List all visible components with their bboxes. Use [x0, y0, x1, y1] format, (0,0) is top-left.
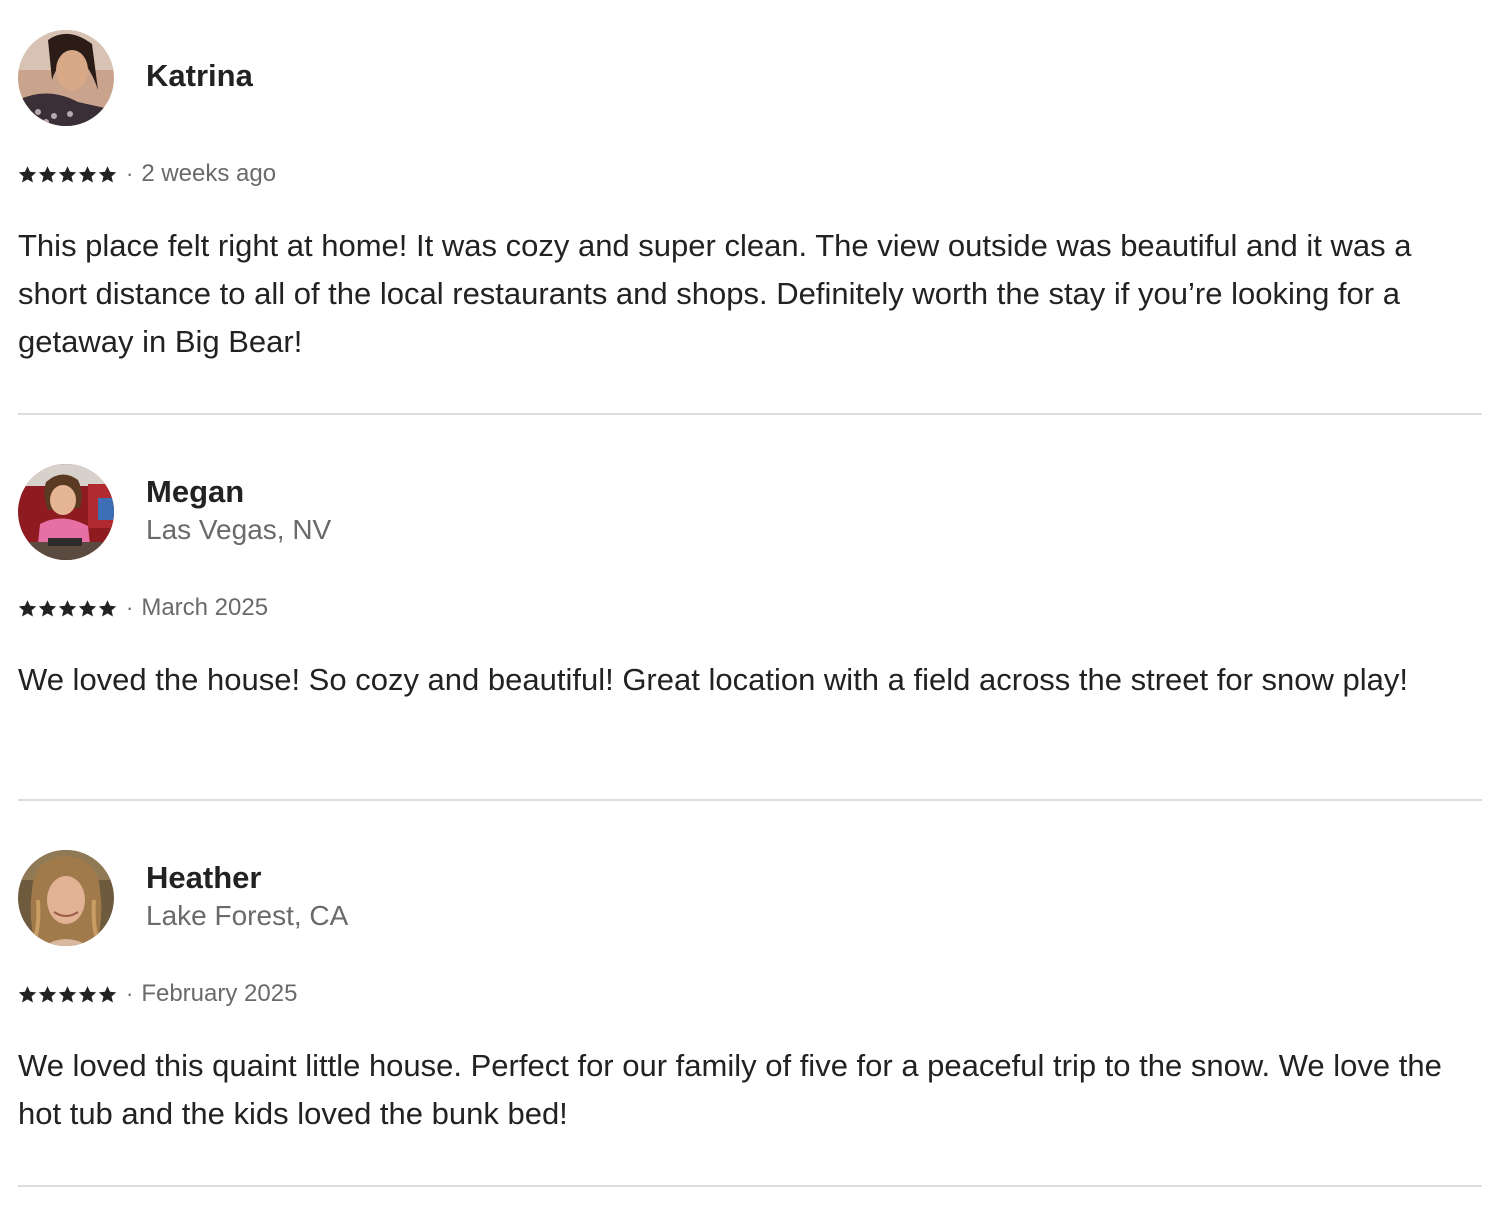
review-text: We loved this quaint little house. Perfe…	[18, 1048, 1442, 1131]
review-header: Megan Las Vegas, NV	[18, 464, 918, 560]
review-date: February 2025	[141, 980, 298, 1007]
review-meta: · February 2025	[18, 979, 297, 1009]
star-icon	[18, 985, 37, 1002]
star-icon	[38, 599, 57, 616]
star-icon	[58, 985, 77, 1002]
reviewer-name: Megan	[146, 474, 245, 509]
reviewer-name: Katrina	[146, 58, 253, 93]
avatar[interactable]	[18, 30, 114, 126]
star-icon	[38, 165, 57, 182]
review-meta: · March 2025	[18, 593, 268, 623]
review-header: Heather Lake Forest, CA	[18, 850, 918, 946]
reviewer-location: Las Vegas, NV	[146, 514, 332, 545]
reviews-list: Katrina · 2 weeks ago This place felt ri…	[0, 0, 1508, 1218]
star-icon	[58, 165, 77, 182]
review-meta: · 2 weeks ago	[18, 159, 276, 189]
star-icon	[18, 165, 37, 182]
avatar[interactable]	[18, 464, 114, 560]
review-date: March 2025	[141, 594, 269, 621]
star-rating	[18, 599, 117, 618]
star-icon	[98, 599, 117, 616]
reviewer-location: Lake Forest, CA	[146, 900, 349, 931]
star-icon	[18, 599, 37, 616]
review-item: Katrina · 2 weeks ago This place felt ri…	[18, 30, 1482, 370]
divider	[18, 1185, 1482, 1187]
divider	[18, 413, 1482, 415]
review-item: Heather Lake Forest, CA · February 2025 …	[18, 850, 1482, 1140]
review-text: We loved the house! So cozy and beautifu…	[18, 662, 1409, 697]
star-icon	[78, 599, 97, 616]
review-header: Katrina	[18, 30, 918, 126]
star-icon	[38, 985, 57, 1002]
meta-separator: ·	[126, 161, 134, 186]
star-rating	[18, 985, 117, 1004]
review-item: Megan Las Vegas, NV · March 2025 We love…	[18, 464, 1482, 754]
star-icon	[78, 985, 97, 1002]
meta-separator: ·	[126, 981, 134, 1006]
review-date: 2 weeks ago	[141, 160, 277, 187]
avatar[interactable]	[18, 850, 114, 946]
reviewer-name: Heather	[146, 860, 262, 895]
star-icon	[98, 165, 117, 182]
meta-separator: ·	[126, 595, 134, 620]
review-text: This place felt right at home! It was co…	[18, 228, 1412, 359]
star-icon	[58, 599, 77, 616]
divider	[18, 799, 1482, 801]
star-icon	[98, 985, 117, 1002]
star-icon	[78, 165, 97, 182]
star-rating	[18, 165, 117, 184]
